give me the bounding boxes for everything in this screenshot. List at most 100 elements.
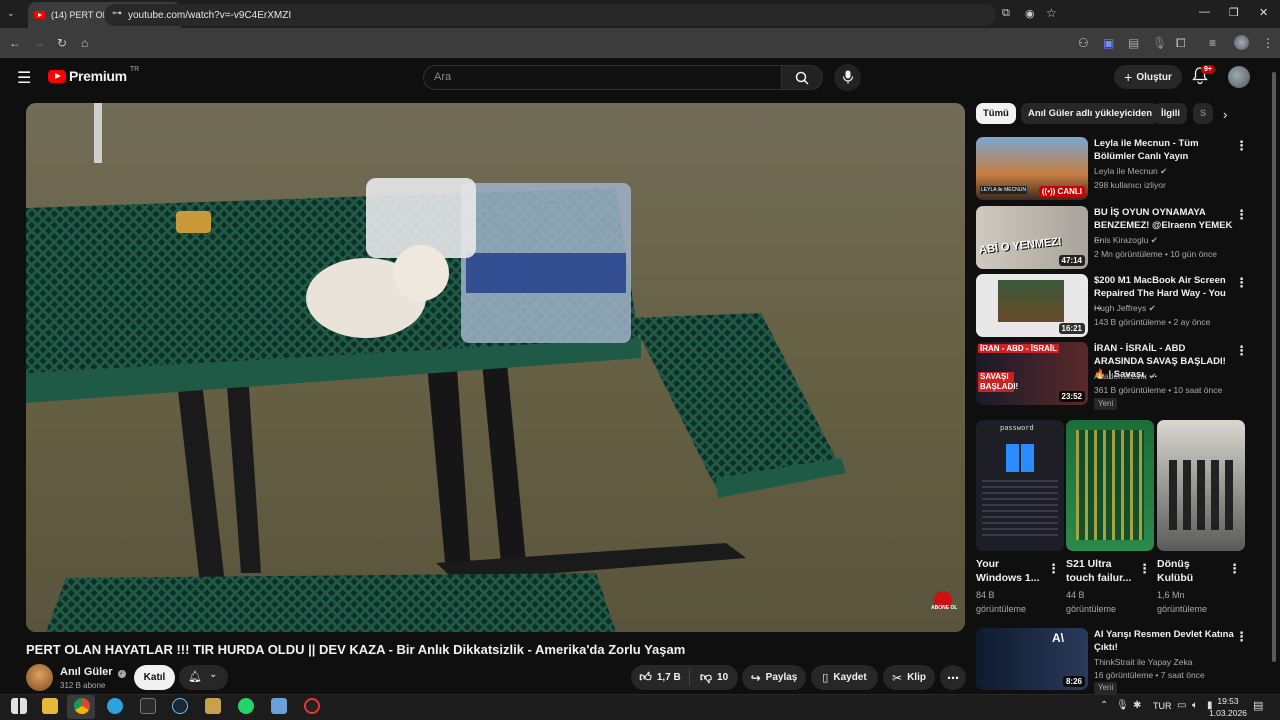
chip-all[interactable]: Tümü	[976, 103, 1016, 124]
forward-icon[interactable]: →	[33, 34, 45, 52]
terminal-icon[interactable]	[140, 698, 156, 714]
youtube-logo[interactable]: Premium TR	[48, 65, 140, 84]
extension-1-icon[interactable]: ⚇	[1078, 34, 1089, 52]
back-icon[interactable]: ←	[9, 34, 21, 52]
whatsapp-icon[interactable]	[238, 698, 254, 714]
channel-name[interactable]: Anıl Güler ✓	[60, 666, 126, 678]
search-button[interactable]	[781, 65, 823, 90]
reload-icon[interactable]: ↻	[57, 34, 67, 52]
rec-more-icon[interactable]: ⋮	[1235, 138, 1248, 154]
join-button[interactable]: Katıl	[134, 665, 175, 690]
extensions-puzzle-icon[interactable]: ⧠	[1176, 34, 1186, 52]
short-thumbnail[interactable]: password	[976, 420, 1064, 551]
game-app-icon[interactable]	[304, 698, 320, 714]
close-window-icon[interactable]: ✕	[1259, 6, 1268, 19]
install-icon[interactable]: ⧉	[1002, 7, 1010, 20]
rec-thumbnail[interactable]: A\ 8:26	[976, 628, 1088, 690]
tray-bluetooth-icon[interactable]: ✱	[1133, 700, 1141, 711]
rec-more-icon[interactable]: ⋮	[1235, 275, 1248, 291]
rec-channel[interactable]: Leyla ile Mecnun ✔	[1094, 166, 1167, 177]
rec-channel[interactable]: ThinkStrait ile Yapay Zeka	[1094, 657, 1192, 667]
rec-more-icon[interactable]: ⋮	[1235, 207, 1248, 223]
clock-date[interactable]: 1.03.2026	[1204, 708, 1252, 718]
short-title[interactable]: S21 Ultra touch failur...	[1066, 557, 1136, 585]
video-player[interactable]: ABONE OL	[26, 103, 965, 632]
language-indicator[interactable]: TUR	[1153, 701, 1172, 711]
rec-channel[interactable]: AkademikLink ✔	[1094, 371, 1156, 382]
page-scrollbar[interactable]	[1272, 72, 1276, 662]
like-button[interactable]: 👍︎ 1,7 B	[631, 665, 689, 690]
short-views: 44 Bgörüntüleme	[1066, 590, 1117, 614]
windows-start-icon[interactable]	[11, 698, 27, 714]
short-thumbnail[interactable]	[1157, 420, 1245, 551]
restore-icon[interactable]: ❐	[1229, 6, 1239, 19]
short-title[interactable]: Your Windows 1...	[976, 557, 1046, 585]
address-bar[interactable]: ⊶ youtube.com/watch?v=-v9C4ErXMZI ⧉ ◉ ☆	[104, 4, 1057, 26]
chip-related[interactable]: İlgili	[1154, 103, 1187, 124]
chrome-icon[interactable]	[74, 698, 90, 714]
rec-title[interactable]: AI Yarışı Resmen Devlet Katına Çıktı!	[1094, 628, 1234, 654]
rec-title[interactable]: Leyla ile Mecnun - Tüm Bölümler Canlı Ya…	[1094, 137, 1234, 163]
notification-center-icon[interactable]: ▤	[1253, 699, 1263, 712]
bookmark-star-icon[interactable]: ☆	[1046, 6, 1057, 20]
rec-thumbnail[interactable]: 16:21	[976, 274, 1088, 337]
profile-icon[interactable]	[1234, 35, 1249, 50]
create-label: Oluştur	[1136, 71, 1172, 83]
more-actions-button[interactable]: ⋯	[940, 665, 966, 690]
search-input[interactable]: Ara	[423, 65, 782, 90]
home-icon[interactable]: ⌂	[81, 34, 88, 52]
minimize-icon[interactable]: —	[1199, 6, 1210, 18]
logo-region: TR	[129, 65, 140, 73]
chips-next-icon[interactable]: ›	[1223, 107, 1227, 122]
view-icon[interactable]: ◉	[1025, 7, 1035, 20]
rec-thumbnail[interactable]: ABİ O YENMEZ! 47:14	[976, 206, 1088, 269]
rec-thumbnail[interactable]: İRAN - ABD - İSRAİL SAVAŞI BAŞLADI! 23:5…	[976, 342, 1088, 405]
duration-badge: 8:26	[1062, 676, 1085, 687]
steam-icon[interactable]	[172, 698, 188, 714]
rec-more-icon[interactable]: ⋮	[1235, 343, 1248, 359]
tray-mic-icon[interactable]: 🎙︎	[1116, 700, 1129, 711]
share-icon: ↪	[750, 670, 761, 685]
rec-more-icon[interactable]: ⋮	[1235, 629, 1248, 645]
clock-time[interactable]: 19:53	[1212, 696, 1244, 706]
save-button[interactable]: ▯ Kaydet	[811, 665, 878, 690]
rec-thumbnail[interactable]: LEYLA ile MECNUN ((•)) CANLI	[976, 137, 1088, 200]
rec-channel[interactable]: Enis Kirazoglu ✔	[1094, 235, 1158, 246]
short-thumbnail[interactable]	[1066, 420, 1154, 551]
file-explorer-icon[interactable]	[42, 698, 58, 714]
reading-list-icon[interactable]: ≡	[1209, 34, 1216, 52]
subscription-bell-button[interactable]: 🔔︎ ⌄	[179, 665, 228, 690]
channel-avatar[interactable]	[26, 664, 53, 691]
mic-extension-icon[interactable]: 🎙	[1152, 34, 1167, 52]
telegram-icon[interactable]	[107, 698, 123, 714]
extension-2-icon[interactable]: ▣	[1103, 34, 1114, 52]
notifications-button[interactable]: 9+	[1192, 65, 1215, 89]
chip-more[interactable]: S	[1193, 103, 1213, 124]
plus-icon: +	[1124, 69, 1133, 85]
media-player-icon[interactable]	[205, 698, 221, 714]
create-button[interactable]: + Oluştur	[1114, 65, 1182, 89]
tray-overflow-icon[interactable]: ⌃	[1100, 700, 1108, 711]
tab-search-icon[interactable]: ⌄	[7, 8, 15, 19]
voice-search-button[interactable]	[834, 64, 861, 91]
hamburger-menu-icon[interactable]: ☰	[17, 68, 31, 88]
browser-menu-icon[interactable]: ⋮	[1262, 34, 1274, 52]
dislike-button[interactable]: 👎︎ 10	[690, 665, 738, 690]
clip-button[interactable]: ✂ Klip	[883, 665, 935, 690]
rec-channel[interactable]: Hugh Jeffreys ✔	[1094, 303, 1156, 314]
extension-3-icon[interactable]: ▤	[1128, 34, 1139, 52]
short-title[interactable]: Dönüş Kulübü	[1157, 557, 1227, 585]
live-icon: ((•))	[1041, 187, 1058, 196]
account-avatar[interactable]	[1228, 66, 1250, 88]
short-views: 84 Bgörüntüleme	[976, 590, 1027, 614]
short-more-icon[interactable]: ⋮	[1138, 561, 1151, 577]
chip-from-uploader[interactable]: Anıl Güler adlı yükleyiciden	[1021, 103, 1160, 124]
share-button[interactable]: ↪ Paylaş	[742, 665, 806, 690]
short-more-icon[interactable]: ⋮	[1047, 561, 1060, 577]
volume-icon[interactable]: 🔈︎	[1192, 700, 1198, 711]
notepad-icon[interactable]	[271, 698, 287, 714]
network-icon[interactable]: ▭	[1177, 700, 1186, 711]
site-info-icon[interactable]: ⊶	[112, 8, 122, 19]
short-more-icon[interactable]: ⋮	[1228, 561, 1241, 577]
subscribe-watermark[interactable]: ABONE OL	[931, 605, 957, 611]
